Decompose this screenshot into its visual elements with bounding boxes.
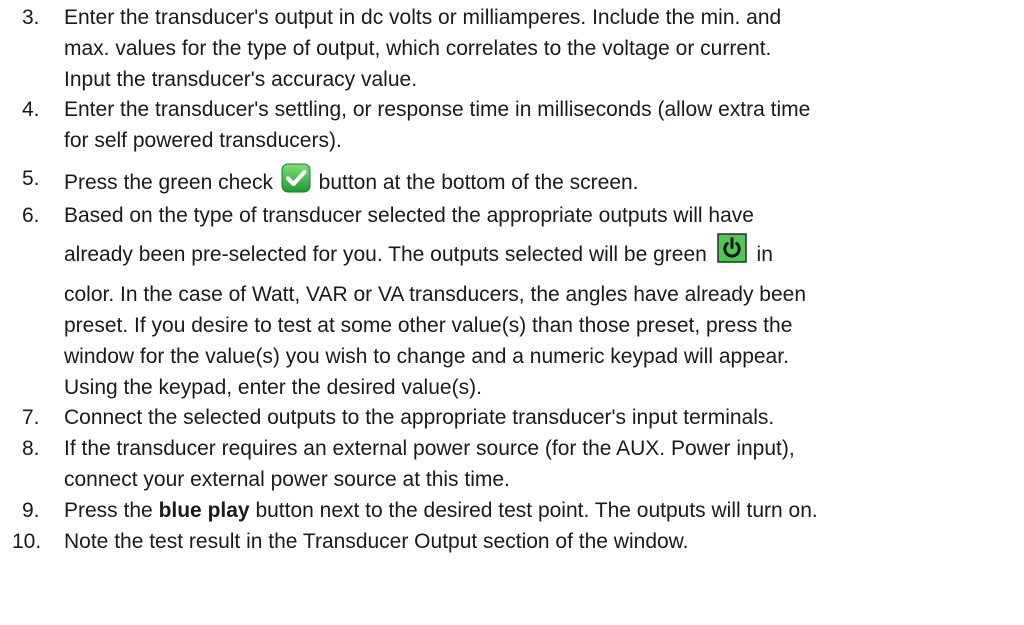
instruction-document: 3. Enter the transducer's output in dc v… — [0, 0, 1024, 625]
step-text: Press the blue play button next to the d… — [64, 495, 974, 526]
step-line: Based on the type of transducer selected… — [64, 204, 754, 227]
blue-play-emphasis: blue play — [158, 499, 250, 522]
step-number: 6. — [22, 204, 40, 227]
step-line: color. In the case of Watt, VAR or VA tr… — [64, 283, 807, 306]
step-line: Enter the transducer's settling, or resp… — [64, 98, 811, 121]
step-number: 9. — [22, 499, 40, 522]
power-icon — [716, 233, 747, 263]
step-line: Connect the selected outputs to the appr… — [64, 406, 775, 429]
step-line: Note the test result in the Transducer O… — [64, 530, 689, 553]
step-line: preset. If you desire to test at some ot… — [64, 314, 793, 337]
step-text: Note the test result in the Transducer O… — [64, 526, 974, 557]
step-text-before-bold: Press the — [64, 499, 153, 522]
step-line: window for the value(s) you wish to chan… — [64, 345, 789, 368]
step-text: Based on the type of transducer selected… — [64, 200, 974, 403]
step-text-after-icon: button at the bottom of the screen. — [318, 171, 639, 194]
step-text: Press the green check button at the bott… — [64, 163, 974, 198]
step-text: Enter the transducer's output in dc volt… — [64, 2, 974, 95]
step-line: for self powered transducers). — [64, 129, 342, 152]
step-text: Enter the transducer's settling, or resp… — [64, 94, 974, 156]
step-line: If the transducer requires an external p… — [64, 437, 795, 460]
step-text-before-icon: Press the green check — [64, 171, 273, 194]
step-number: 5. — [22, 167, 40, 190]
step-number: 3. — [22, 6, 40, 29]
step-text-after-bold: button next to the desired test point. T… — [255, 499, 818, 522]
step-number: 4. — [22, 98, 40, 121]
step-line: Using the keypad, enter the desired valu… — [64, 376, 482, 399]
step-line: max. values for the type of output, whic… — [64, 37, 772, 60]
step-number: 8. — [22, 437, 40, 460]
step-line: Enter the transducer's output in dc volt… — [64, 6, 782, 29]
step-text-before-icon: already been pre-selected for you. The o… — [64, 243, 707, 266]
step-text: Connect the selected outputs to the appr… — [64, 402, 974, 433]
step-text: If the transducer requires an external p… — [64, 433, 974, 495]
green-check-icon — [281, 163, 311, 193]
step-line: Input the transducer's accuracy value. — [64, 68, 418, 91]
step-number: 7. — [22, 406, 40, 429]
step-text-after-icon: in — [756, 243, 773, 266]
step-line: connect your external power source at th… — [64, 468, 510, 491]
step-number: 10. — [12, 530, 42, 553]
